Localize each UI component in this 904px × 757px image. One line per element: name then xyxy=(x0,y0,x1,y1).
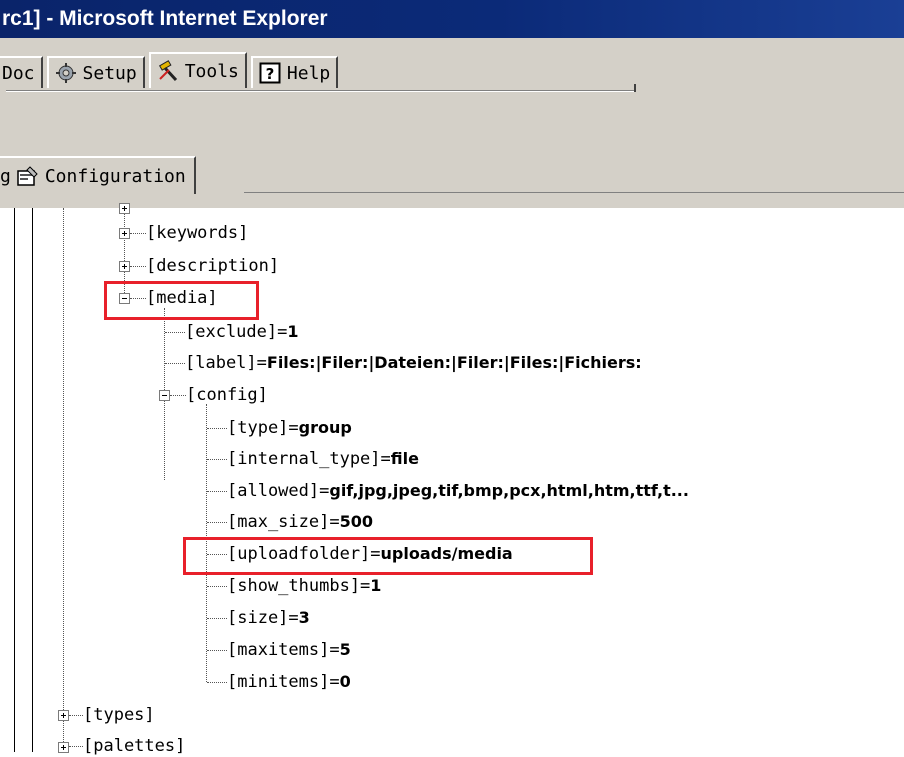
configuration-icon xyxy=(17,165,39,187)
tab-configuration-label: Configuration xyxy=(44,165,186,187)
tree-connector xyxy=(207,491,227,492)
tree-connector xyxy=(69,715,83,716)
tab-configuration[interactable]: g Configuration xyxy=(0,156,196,194)
tree-connector xyxy=(207,459,227,460)
config-tree: [keywords] [description] [media] [exclud… xyxy=(0,203,904,756)
tree-connector xyxy=(165,363,185,364)
tree-connector xyxy=(207,586,227,587)
leaf-value: 5 xyxy=(339,640,351,659)
tree-connector xyxy=(69,746,83,747)
leaf-value: 500 xyxy=(339,512,373,531)
leaf-key: [size]= xyxy=(227,608,299,628)
toolbar-divider xyxy=(6,90,636,92)
tree-node-types[interactable]: [types] xyxy=(83,704,155,726)
tab-tools-label: Tools xyxy=(184,60,239,82)
tree-connector xyxy=(170,395,186,396)
tree-leaf-type[interactable]: [type]=group xyxy=(227,417,352,439)
highlight-uploadfolder xyxy=(183,537,593,575)
leaf-key: [internal_type]= xyxy=(227,449,391,469)
expand-toggle-description[interactable] xyxy=(119,261,130,272)
tree-connector xyxy=(207,650,227,651)
tree-connector xyxy=(165,332,185,333)
menu-tabs: Doc Setup Tools ? Help xyxy=(0,52,342,88)
tab-doc[interactable]: Doc xyxy=(0,56,43,88)
tree-connector xyxy=(63,208,64,752)
expand-toggle-palettes[interactable] xyxy=(58,742,69,753)
tree-leaf-show-thumbs[interactable]: [show_thumbs]=1 xyxy=(227,575,381,597)
tree-connector xyxy=(207,428,227,429)
tree-node-keywords[interactable]: [keywords] xyxy=(146,222,248,244)
tab-help[interactable]: ? Help xyxy=(250,56,339,88)
tab-prev-fragment: g xyxy=(0,165,11,187)
leaf-key: [maxitems]= xyxy=(227,640,340,660)
setup-gear-icon xyxy=(55,62,77,84)
leaf-value: 3 xyxy=(298,608,310,627)
leaf-value: file xyxy=(390,449,419,468)
leaf-key: [allowed]= xyxy=(227,481,330,501)
tree-connector xyxy=(207,682,227,683)
tree-leaf-max-size[interactable]: [max_size]=500 xyxy=(227,511,373,533)
tree-node-config[interactable]: [config] xyxy=(186,384,268,406)
tree-node-description[interactable]: [description] xyxy=(146,255,279,277)
tree-connector xyxy=(207,522,227,523)
toolbar: Doc Setup Tools ? Help g Configuration xyxy=(0,38,904,208)
tree-leaf-internal-type[interactable]: [internal_type]=file xyxy=(227,448,419,470)
tree-leaf-exclude[interactable]: [exclude]=1 xyxy=(185,321,299,343)
tree-leaf-minitems[interactable]: [minitems]=0 xyxy=(227,671,351,693)
frame-line xyxy=(32,208,33,752)
tree-connector xyxy=(130,233,146,234)
tree-connector xyxy=(207,618,227,619)
tab-doc-label: Doc xyxy=(2,62,35,84)
tools-hammer-icon xyxy=(157,60,179,82)
expand-toggle-keywords[interactable] xyxy=(119,228,130,239)
window-title: rc1] - Microsoft Internet Explorer xyxy=(2,7,328,30)
toolbar-divider-end xyxy=(634,84,636,92)
tree-node-palettes[interactable]: [palettes] xyxy=(83,735,185,757)
leaf-value: 0 xyxy=(339,672,351,691)
leaf-key: [label]= xyxy=(185,353,267,373)
expand-toggle-types[interactable] xyxy=(58,710,69,721)
tree-leaf-size[interactable]: [size]=3 xyxy=(227,607,310,629)
help-question-icon: ? xyxy=(259,62,281,84)
svg-text:?: ? xyxy=(266,65,275,83)
collapse-toggle-config[interactable] xyxy=(159,390,170,401)
tab-setup-label: Setup xyxy=(82,62,137,84)
highlight-media xyxy=(104,281,259,320)
leaf-value: 1 xyxy=(370,576,382,595)
expand-toggle[interactable] xyxy=(119,203,130,214)
leaf-value: 1 xyxy=(287,322,299,341)
frame-line xyxy=(14,208,15,752)
leaf-value: group xyxy=(298,418,352,437)
tree-connector xyxy=(130,266,146,267)
tree-leaf-maxitems[interactable]: [maxitems]=5 xyxy=(227,639,351,661)
leaf-value: gif,jpg,jpeg,tif,bmp,pcx,html,htm,ttf,t.… xyxy=(329,481,689,500)
subtab-divider xyxy=(244,192,904,193)
window-title-bar[interactable]: rc1] - Microsoft Internet Explorer xyxy=(0,0,904,38)
tree-leaf-label[interactable]: [label]=Files:|Filer:|Dateien:|Filer:|Fi… xyxy=(185,352,642,374)
leaf-key: [max_size]= xyxy=(227,512,340,532)
tab-help-label: Help xyxy=(286,62,331,84)
tab-tools[interactable]: Tools xyxy=(148,52,247,88)
tab-setup[interactable]: Setup xyxy=(46,56,145,88)
leaf-value: Files:|Filer:|Dateien:|Filer:|Files:|Fic… xyxy=(266,353,642,372)
leaf-key: [type]= xyxy=(227,418,299,438)
leaf-key: [minitems]= xyxy=(227,672,340,692)
tree-leaf-allowed[interactable]: [allowed]=gif,jpg,jpeg,tif,bmp,pcx,html,… xyxy=(227,480,689,502)
leaf-key: [show_thumbs]= xyxy=(227,576,371,596)
leaf-key: [exclude]= xyxy=(185,322,288,342)
